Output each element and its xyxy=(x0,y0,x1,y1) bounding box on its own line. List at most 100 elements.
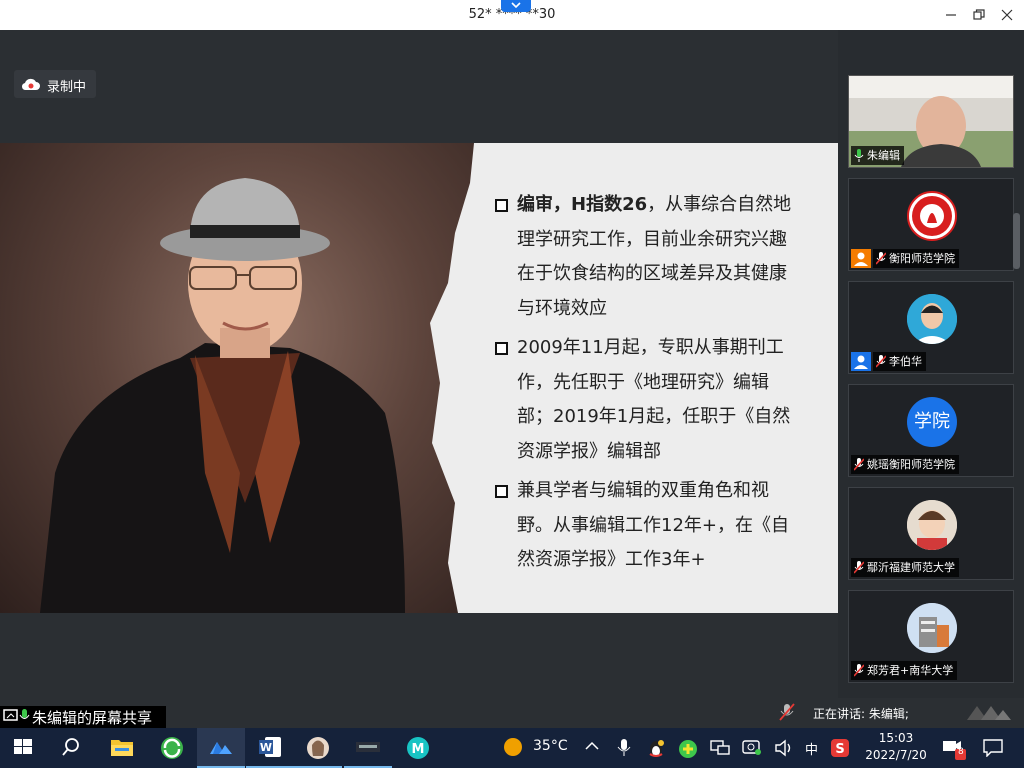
minimize-icon xyxy=(946,14,956,16)
taskbar-browser[interactable] xyxy=(148,728,196,768)
mic-muted-icon xyxy=(876,251,886,265)
avatar: 学院 xyxy=(907,397,957,447)
user-icon xyxy=(851,249,871,268)
participant-tile[interactable]: 李伯华 xyxy=(848,281,1014,374)
participant-tile[interactable]: 朱编辑 xyxy=(848,75,1014,168)
taskbar-m-app[interactable]: M xyxy=(394,728,442,768)
bullet-square-icon xyxy=(495,342,508,355)
screen-share-indicator[interactable]: 朱编辑的屏幕共享 xyxy=(0,706,166,728)
participant-name: 衡阳师范学院 xyxy=(889,252,955,265)
cloud-record-icon xyxy=(21,78,40,91)
microphone-icon xyxy=(617,739,631,756)
input-method-indicator[interactable]: 中 xyxy=(805,739,818,758)
share-indicator-text: 朱编辑的屏幕共享 xyxy=(32,709,153,727)
presentation-slide: 编审，H指数26，从事综合自然地理学研究工作，目前业余研究兴趣在于饮食结构的区域… xyxy=(0,143,838,613)
search-icon xyxy=(62,738,79,756)
volume-icon xyxy=(775,739,791,757)
security-app-icon xyxy=(679,740,697,758)
close-button[interactable] xyxy=(990,0,1024,30)
tray-qq[interactable] xyxy=(644,728,668,768)
tray-screen-capture[interactable] xyxy=(740,728,764,768)
mic-muted-icon[interactable] xyxy=(779,703,795,721)
chevron-up-icon xyxy=(585,741,599,750)
tray-notifications-app[interactable]: 8 xyxy=(940,728,968,768)
user-icon xyxy=(851,352,871,371)
action-center-button[interactable] xyxy=(978,728,1008,768)
avatar xyxy=(907,191,957,241)
mic-muted-icon xyxy=(854,663,864,677)
mic-on-icon xyxy=(854,148,864,162)
sun-icon xyxy=(504,738,522,756)
screen-share-icon xyxy=(3,709,30,721)
restore-icon xyxy=(973,9,985,20)
start-button[interactable] xyxy=(0,728,48,768)
participant-name: 姚瑶衡阳师范学院 xyxy=(867,458,955,471)
tray-sogou-ime[interactable]: S xyxy=(828,728,852,768)
m-app-icon: M xyxy=(407,737,429,759)
windows-start-icon xyxy=(14,739,32,754)
recording-badge[interactable]: 录制中 xyxy=(14,70,96,98)
slide-bullet-list: 编审，H指数26，从事综合自然地理学研究工作，目前业余研究兴趣在于饮食结构的区域… xyxy=(495,188,795,583)
tencent-meeting-icon xyxy=(210,742,232,754)
tray-network[interactable] xyxy=(708,728,732,768)
participant-label: 朱编辑 xyxy=(851,146,904,165)
close-icon xyxy=(1001,9,1013,21)
svg-text:W: W xyxy=(260,741,272,754)
speaker-portrait xyxy=(0,143,474,613)
word-icon: W xyxy=(259,737,281,757)
sogou-ime-icon: S xyxy=(831,739,849,757)
clock-date: 2022/7/20 xyxy=(865,748,927,762)
participant-name: 鄢沂福建师范大学 xyxy=(867,561,955,574)
avatar xyxy=(907,294,957,344)
taskbar-file-explorer[interactable] xyxy=(98,728,146,768)
svg-text:S: S xyxy=(835,742,844,757)
system-clock[interactable]: 15:03 2022/7/20 xyxy=(858,730,934,764)
bullet-square-icon xyxy=(495,485,508,498)
sidebar-scrollbar[interactable] xyxy=(1013,213,1020,269)
windows-taskbar: W M 35°C 中 S 15:03 2022/7/20 8 xyxy=(0,728,1024,768)
slide-bullet-1: 编审，H指数26，从事综合自然地理学研究工作，目前业余研究兴趣在于饮食结构的区域… xyxy=(495,188,795,326)
tray-security-app[interactable] xyxy=(676,728,700,768)
bullet-square-icon xyxy=(495,199,508,212)
notification-badge: 8 xyxy=(958,747,964,757)
bullet-3-text: 兼具学者与编辑的双重角色和视野。从事编辑工作12年+，在《自然资源学报》工作3年… xyxy=(517,480,789,570)
meeting-window: 52* **** **30 录制中 编审，H指数26，从事综合自然地理学研究工作… xyxy=(0,0,1024,728)
participant-label: 李伯华 xyxy=(873,352,926,371)
network-icon xyxy=(710,740,730,755)
show-hidden-icons-button[interactable] xyxy=(580,728,604,768)
mic-muted-icon xyxy=(876,354,886,368)
school-logo-icon xyxy=(912,196,952,236)
participant-tile[interactable]: 郑芳君+南华大学 xyxy=(848,590,1014,683)
qq-icon xyxy=(649,740,664,757)
participant-label: 衡阳师范学院 xyxy=(873,249,959,268)
mic-muted-icon xyxy=(854,457,864,471)
profile-photo xyxy=(907,500,957,550)
participant-label: 郑芳君+南华大学 xyxy=(851,661,958,680)
taskbar-tencent-meeting[interactable] xyxy=(197,728,245,768)
photo-app-icon xyxy=(307,737,329,759)
video-app-icon xyxy=(356,742,380,752)
mic-muted-icon xyxy=(854,560,864,574)
taskbar-word[interactable]: W xyxy=(246,728,294,768)
file-explorer-icon xyxy=(111,740,133,756)
svg-text:M: M xyxy=(412,742,425,757)
tray-microphone[interactable] xyxy=(612,728,636,768)
search-button[interactable] xyxy=(48,728,96,768)
participant-name: 朱编辑 xyxy=(867,149,900,162)
recording-label: 录制中 xyxy=(47,80,87,95)
profile-photo xyxy=(907,603,957,653)
collapse-toolbar-button[interactable] xyxy=(501,0,531,12)
participant-label: 鄢沂福建师范大学 xyxy=(851,558,959,577)
participant-tile[interactable]: 鄢沂福建师范大学 xyxy=(848,487,1014,580)
participant-tile[interactable]: 学院 姚瑶衡阳师范学院 xyxy=(848,384,1014,477)
taskbar-video-app[interactable] xyxy=(344,728,392,768)
taskbar-photo-app[interactable] xyxy=(294,728,342,768)
browser-icon xyxy=(161,737,183,759)
participant-tile[interactable]: 衡阳师范学院 xyxy=(848,178,1014,271)
slide-bullet-3: 兼具学者与编辑的双重角色和视野。从事编辑工作12年+，在《自然资源学报》工作3年… xyxy=(495,474,795,578)
title-bar: 52* **** **30 xyxy=(0,0,1024,30)
tray-volume[interactable] xyxy=(772,728,796,768)
participant-sidebar[interactable]: 朱编辑 衡阳师范学院 李伯华 学院 姚瑶衡阳师范学院 鄢沂福建师范大学 郑芳君+… xyxy=(838,30,1024,698)
avatar xyxy=(907,500,957,550)
action-center-icon xyxy=(983,739,1003,757)
